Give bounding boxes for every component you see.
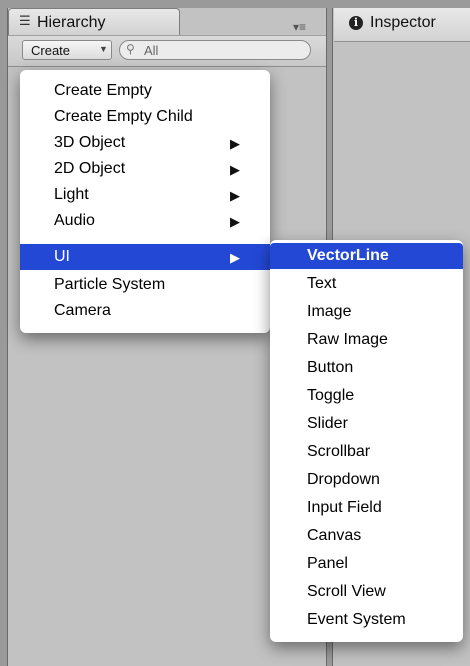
menu-item-label: 3D Object [54, 134, 126, 151]
menu-item-label: Create Empty [54, 82, 152, 99]
search-icon: ⚲ [126, 42, 135, 56]
submenu-item-label: Button [307, 359, 354, 376]
submenu-item-label: Dropdown [307, 471, 380, 488]
submenu-item-label: Event System [307, 611, 406, 628]
submenu-item-label: Image [307, 303, 352, 320]
submenu-item-label: Text [307, 275, 337, 292]
submenu-item-label: Toggle [307, 387, 355, 404]
submenu-item-label: Canvas [307, 527, 362, 544]
menu-item-3d-object[interactable]: 3D Object ▶ [20, 130, 270, 156]
submenu-item-dropdown[interactable]: Dropdown [270, 467, 463, 493]
submenu-item-scrollbar[interactable]: Scrollbar [270, 439, 463, 465]
submenu-item-panel[interactable]: Panel [270, 551, 463, 577]
menu-item-particle-system[interactable]: Particle System [20, 272, 270, 298]
submenu-item-event-system[interactable]: Event System [270, 607, 463, 633]
menu-item-label: Camera [54, 302, 111, 319]
submenu-item-label: Slider [307, 415, 348, 432]
menu-item-ui[interactable]: UI ▶ [20, 244, 270, 270]
panel-menu-icon[interactable]: ▾≡ [293, 20, 306, 34]
create-context-menu: Create Empty Create Empty Child 3D Objec… [20, 70, 270, 333]
hierarchy-tab[interactable]: ☰ Hierarchy [8, 8, 180, 35]
hierarchy-tab-label: Hierarchy [37, 14, 106, 31]
search-field[interactable]: ⚲ [119, 40, 311, 60]
submenu-item-scroll-view[interactable]: Scroll View [270, 579, 463, 605]
submenu-item-button[interactable]: Button [270, 355, 463, 381]
submenu-arrow-icon: ▶ [230, 188, 240, 203]
inspector-tab-label: Inspector [370, 14, 436, 31]
ui-submenu: VectorLine Text Image Raw Image Button T… [270, 240, 463, 642]
submenu-arrow-icon: ▶ [230, 136, 240, 151]
editor-window: ☰ Hierarchy ▾≡ Create ▼ ⚲ i Inspector Cr… [0, 0, 470, 666]
submenu-arrow-icon: ▶ [230, 250, 240, 265]
list-icon: ☰ [19, 13, 31, 28]
create-button-label: Create [31, 43, 71, 58]
menu-item-audio[interactable]: Audio ▶ [20, 208, 270, 234]
inspector-tab[interactable]: i Inspector [334, 8, 470, 42]
submenu-item-label: VectorLine [307, 247, 389, 264]
submenu-arrow-icon: ▶ [230, 162, 240, 177]
submenu-item-toggle[interactable]: Toggle [270, 383, 463, 409]
menu-item-label: Create Empty Child [54, 108, 193, 125]
submenu-item-input-field[interactable]: Input Field [270, 495, 463, 521]
submenu-item-canvas[interactable]: Canvas [270, 523, 463, 549]
submenu-item-raw-image[interactable]: Raw Image [270, 327, 463, 353]
submenu-item-text[interactable]: Text [270, 271, 463, 297]
menu-item-label: UI [54, 248, 70, 265]
submenu-item-vectorline[interactable]: VectorLine [270, 243, 463, 269]
info-icon: i [349, 16, 363, 30]
search-input[interactable] [144, 42, 304, 58]
submenu-item-label: Panel [307, 555, 348, 572]
submenu-item-label: Scroll View [307, 583, 386, 600]
menu-item-label: Light [54, 186, 89, 203]
menu-item-label: Particle System [54, 276, 166, 293]
submenu-arrow-icon: ▶ [230, 214, 240, 229]
submenu-item-label: Raw Image [307, 331, 388, 348]
menu-item-2d-object[interactable]: 2D Object ▶ [20, 156, 270, 182]
submenu-item-label: Scrollbar [307, 443, 371, 460]
menu-item-create-empty-child[interactable]: Create Empty Child [20, 104, 270, 130]
menu-item-create-empty[interactable]: Create Empty [20, 78, 270, 104]
submenu-item-image[interactable]: Image [270, 299, 463, 325]
hierarchy-toolbar: Create ▼ ⚲ [8, 35, 326, 67]
menu-item-camera[interactable]: Camera [20, 298, 270, 324]
submenu-item-slider[interactable]: Slider [270, 411, 463, 437]
menu-item-light[interactable]: Light ▶ [20, 182, 270, 208]
menu-item-label: Audio [54, 212, 95, 229]
menu-item-label: 2D Object [54, 160, 126, 177]
submenu-item-label: Input Field [307, 499, 382, 516]
create-button[interactable]: Create ▼ [22, 40, 112, 60]
chevron-down-icon: ▼ [99, 44, 108, 54]
